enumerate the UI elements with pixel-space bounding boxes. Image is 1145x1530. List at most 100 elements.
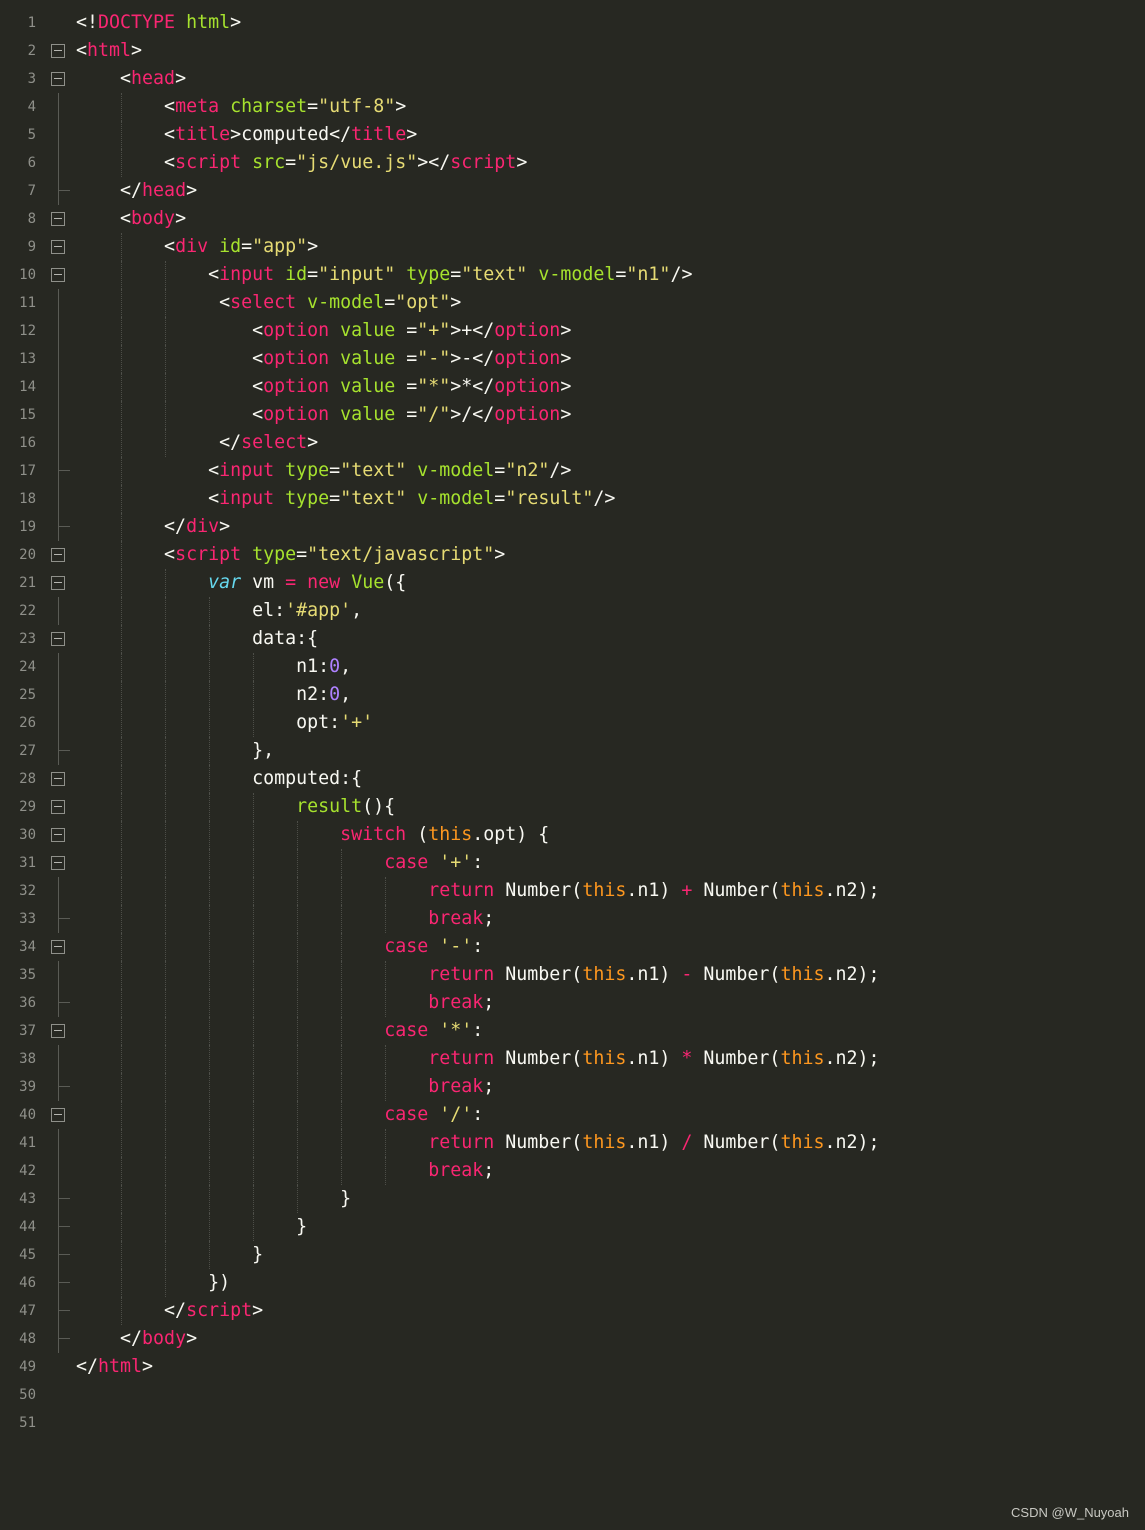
code-token: input bbox=[219, 488, 275, 509]
code-line[interactable]: 2 <html> bbox=[0, 37, 1145, 65]
code-line[interactable]: 5 <title>computed</title> bbox=[0, 121, 1145, 149]
code-line[interactable]: 37 case '*': bbox=[0, 1017, 1145, 1045]
code-line[interactable]: 25 n2:0, bbox=[0, 681, 1145, 709]
code-line[interactable]: 10 <input id="input" type="text" v-model… bbox=[0, 261, 1145, 289]
code-line[interactable]: 7 </head> bbox=[0, 177, 1145, 205]
code-line[interactable]: 20 <script type="text/javascript"> bbox=[0, 541, 1145, 569]
code-token: < bbox=[76, 544, 176, 565]
code-line[interactable]: 27 }, bbox=[0, 737, 1145, 765]
code-token: Number( bbox=[692, 1048, 781, 1069]
line-number: 34 bbox=[19, 939, 36, 955]
code-line[interactable]: 33 break; bbox=[0, 905, 1145, 933]
fold-toggle-icon[interactable] bbox=[51, 44, 65, 58]
code-text: case '+': bbox=[76, 849, 483, 877]
code-token: case bbox=[384, 1020, 429, 1041]
code-line[interactable]: 24 n1:0, bbox=[0, 653, 1145, 681]
code-line[interactable]: 12 <option value ="+">+</option> bbox=[0, 317, 1145, 345]
code-line[interactable]: 28 computed:{ bbox=[0, 765, 1145, 793]
code-line[interactable]: 35 return Number(this.n1) - Number(this.… bbox=[0, 961, 1145, 989]
code-line[interactable]: 23 data:{ bbox=[0, 625, 1145, 653]
code-token: / bbox=[681, 1132, 693, 1153]
line-number: 23 bbox=[19, 631, 36, 647]
code-line[interactable]: 26 opt:'+' bbox=[0, 709, 1145, 737]
code-line[interactable]: 43 } bbox=[0, 1185, 1145, 1213]
code-text: return Number(this.n1) * Number(this.n2)… bbox=[76, 1045, 879, 1073]
code-line[interactable]: 32 return Number(this.n1) + Number(this.… bbox=[0, 877, 1145, 905]
code-token: >+</ bbox=[450, 320, 495, 341]
code-line[interactable]: 34 case '-': bbox=[0, 933, 1145, 961]
fold-toggle-icon[interactable] bbox=[51, 72, 65, 86]
line-number: 18 bbox=[19, 491, 36, 507]
code-line[interactable]: 17 <input type="text" v-model="n2"/> bbox=[0, 457, 1145, 485]
code-token: 0 bbox=[329, 656, 341, 677]
code-token: ; bbox=[483, 1076, 495, 1097]
code-line[interactable]: 30 switch (this.opt) { bbox=[0, 821, 1145, 849]
code-line[interactable]: 42 break; bbox=[0, 1157, 1145, 1185]
code-text: </html> bbox=[76, 1353, 153, 1381]
code-line[interactable]: 40 case '/': bbox=[0, 1101, 1145, 1129]
code-line[interactable]: 31 case '+': bbox=[0, 849, 1145, 877]
code-line[interactable]: 14 <option value ="*">*</option> bbox=[0, 373, 1145, 401]
code-line[interactable]: 29 result(){ bbox=[0, 793, 1145, 821]
code-line[interactable]: 18 <input type="text" v-model="result"/> bbox=[0, 485, 1145, 513]
code-line[interactable]: 16 </select> bbox=[0, 429, 1145, 457]
code-line[interactable]: 48 </body> bbox=[0, 1325, 1145, 1353]
fold-end-marker bbox=[58, 918, 70, 919]
code-line[interactable]: 44 } bbox=[0, 1213, 1145, 1241]
code-token: .n1) bbox=[626, 1048, 682, 1069]
fold-toggle-icon[interactable] bbox=[51, 632, 65, 646]
code-token: - bbox=[681, 964, 693, 985]
code-line[interactable]: 41 return Number(this.n1) / Number(this.… bbox=[0, 1129, 1145, 1157]
code-text: <meta charset="utf-8"> bbox=[76, 93, 406, 121]
fold-toggle-icon[interactable] bbox=[51, 576, 65, 590]
code-editor[interactable]: 1 <!DOCTYPE html> 2 <html> 3 <head> 4 <meta c… bbox=[0, 0, 1145, 1530]
fold-toggle-icon[interactable] bbox=[51, 548, 65, 562]
code-line[interactable]: 1 <!DOCTYPE html> bbox=[0, 9, 1145, 37]
code-line[interactable]: 51 bbox=[0, 1409, 1145, 1437]
code-token: = bbox=[329, 488, 341, 509]
fold-toggle-icon[interactable] bbox=[51, 1108, 65, 1122]
code-line[interactable]: 49 </html> bbox=[0, 1353, 1145, 1381]
code-token: "app" bbox=[252, 236, 308, 257]
code-line[interactable]: 39 break; bbox=[0, 1073, 1145, 1101]
fold-toggle-icon[interactable] bbox=[51, 212, 65, 226]
code-line[interactable]: 46 }) bbox=[0, 1269, 1145, 1297]
code-line[interactable]: 15 <option value ="/">/</option> bbox=[0, 401, 1145, 429]
fold-toggle-icon[interactable] bbox=[51, 772, 65, 786]
fold-toggle-icon[interactable] bbox=[51, 1024, 65, 1038]
code-line[interactable]: 19 </div> bbox=[0, 513, 1145, 541]
code-line[interactable]: 3 <head> bbox=[0, 65, 1145, 93]
watermark: CSDN @W_Nuyoah bbox=[1011, 1505, 1129, 1520]
code-token: html bbox=[186, 12, 231, 33]
code-token: charset bbox=[230, 96, 308, 117]
code-line[interactable]: 8 <body> bbox=[0, 205, 1145, 233]
code-token: , bbox=[340, 684, 352, 705]
code-line[interactable]: 11 <select v-model="opt"> bbox=[0, 289, 1145, 317]
fold-toggle-icon[interactable] bbox=[51, 940, 65, 954]
code-line[interactable]: 9 <div id="app"> bbox=[0, 233, 1145, 261]
code-line[interactable]: 13 <option value ="-">-</option> bbox=[0, 345, 1145, 373]
fold-toggle-icon[interactable] bbox=[51, 856, 65, 870]
line-number: 15 bbox=[19, 407, 36, 423]
code-line[interactable]: 6 <script src="js/vue.js"></script> bbox=[0, 149, 1145, 177]
fold-toggle-icon[interactable] bbox=[51, 800, 65, 814]
code-token: meta bbox=[175, 96, 220, 117]
code-token: select bbox=[230, 292, 297, 313]
code-line[interactable]: 38 return Number(this.n1) * Number(this.… bbox=[0, 1045, 1145, 1073]
code-line[interactable]: 47 </script> bbox=[0, 1297, 1145, 1325]
code-token: option bbox=[263, 320, 330, 341]
code-token: } bbox=[76, 1244, 264, 1265]
fold-toggle-icon[interactable] bbox=[51, 240, 65, 254]
fold-toggle-icon[interactable] bbox=[51, 268, 65, 282]
code-line[interactable]: 36 break; bbox=[0, 989, 1145, 1017]
code-line[interactable]: 50 bbox=[0, 1381, 1145, 1409]
fold-line bbox=[58, 989, 59, 1017]
code-line[interactable]: 4 <meta charset="utf-8"> bbox=[0, 93, 1145, 121]
code-line[interactable]: 22 el:'#app', bbox=[0, 597, 1145, 625]
code-line[interactable]: 45 } bbox=[0, 1241, 1145, 1269]
fold-toggle-icon[interactable] bbox=[51, 828, 65, 842]
code-token: return bbox=[428, 964, 495, 985]
code-line[interactable]: 21 var vm = new Vue({ bbox=[0, 569, 1145, 597]
